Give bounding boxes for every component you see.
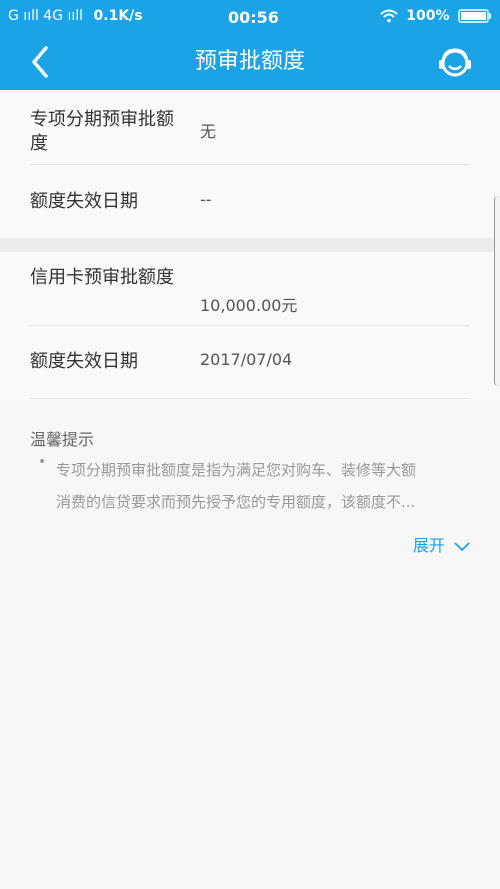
customer-service-button[interactable] [436,44,474,82]
tips-title: 温馨提示 [30,430,95,449]
tips-line: 消费的信贷要求而预先授予您的专用额度，该额度不... [56,493,416,511]
row-label: 额度失效日期 [30,351,138,372]
expiry-date-row: 额度失效日期 -- [30,190,470,216]
row-value: 无 [200,122,217,141]
signal-indicator: G ııll 4G ııll 0.1K/s [8,8,143,24]
row-value: 10,000.00元 [200,296,298,315]
status-time: 00:56 [228,8,279,27]
wifi-icon [380,9,398,23]
page-title: 预审批额度 [194,49,305,74]
chevron-left-icon [32,46,48,78]
chevron-down-icon [454,541,470,551]
expand-label: 展开 [412,536,445,555]
row-label: 信用卡预审批额度 [30,267,174,288]
divider [30,325,470,326]
row-label: 额度失效日期 [30,191,138,212]
bullet-icon: • [38,454,47,470]
divider [30,164,470,165]
edge-scroll-handle[interactable] [494,196,500,386]
credit-card-quota-row: 信用卡预审批额度 10,000.00元 [30,266,470,316]
row-value: -- [200,190,212,209]
credit-card-quota-section: 信用卡预审批额度 10,000.00元 额度失效日期 2017/07/04 [0,252,500,400]
expand-button[interactable]: 展开 [413,532,470,556]
battery-indicator: 100% [380,8,492,24]
customer-service-icon [439,48,471,77]
back-button[interactable] [24,44,60,80]
tips-content: 专项分期预审批额度是指为满足您对购车、装修等大额 消费的信贷要求而预先授予您的专… [56,454,476,518]
battery-icon [458,9,491,23]
app-header: 预审批额度 [0,34,500,90]
tips-line: 专项分期预审批额度是指为满足您对购车、装修等大额 [56,461,417,479]
installment-quota-section: 专项分期预审批额度 无 额度失效日期 -- [0,90,500,238]
expiry-date-row: 额度失效日期 2017/07/04 [30,350,470,376]
row-value: 2017/07/04 [200,350,293,369]
installment-quota-row: 专项分期预审批额度 无 [30,108,470,158]
status-bar: G ııll 4G ııll 0.1K/s 00:56 100% [0,0,500,34]
divider [30,398,470,399]
row-label: 专项分期预审批额度 [30,109,174,154]
section-divider [0,238,500,252]
